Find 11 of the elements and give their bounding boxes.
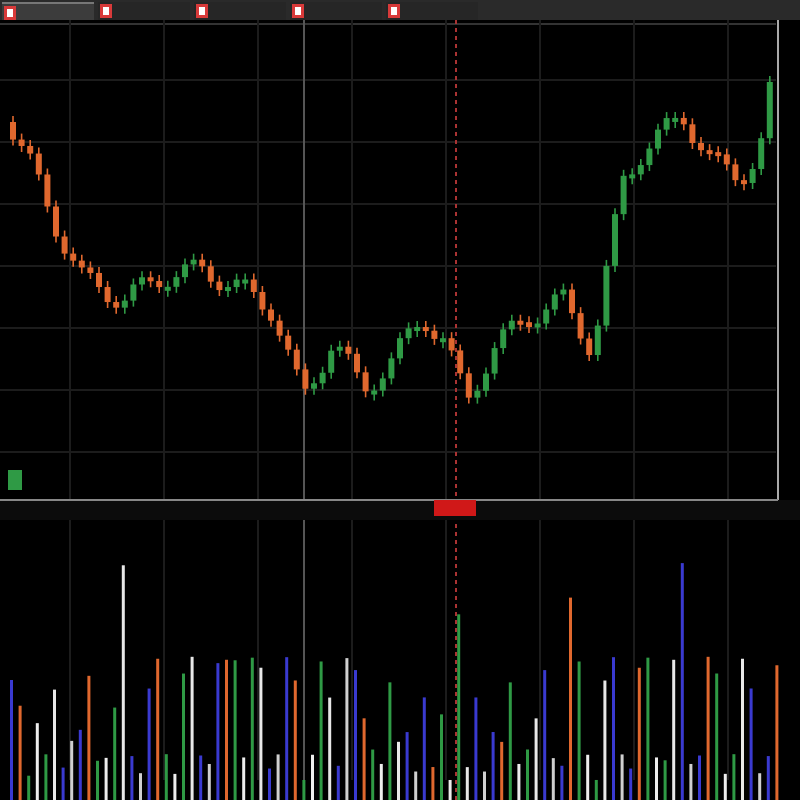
tab[interactable]: [2, 2, 94, 20]
document-icon: [292, 4, 304, 18]
document-icon: [388, 4, 400, 18]
tab[interactable]: [386, 2, 478, 20]
document-icon: [196, 4, 208, 18]
tab[interactable]: [98, 2, 190, 20]
tab[interactable]: [290, 2, 382, 20]
document-icon: [100, 4, 112, 18]
document-icon: [4, 5, 16, 19]
cursor-time-marker: [434, 500, 476, 516]
tab[interactable]: [194, 2, 286, 20]
